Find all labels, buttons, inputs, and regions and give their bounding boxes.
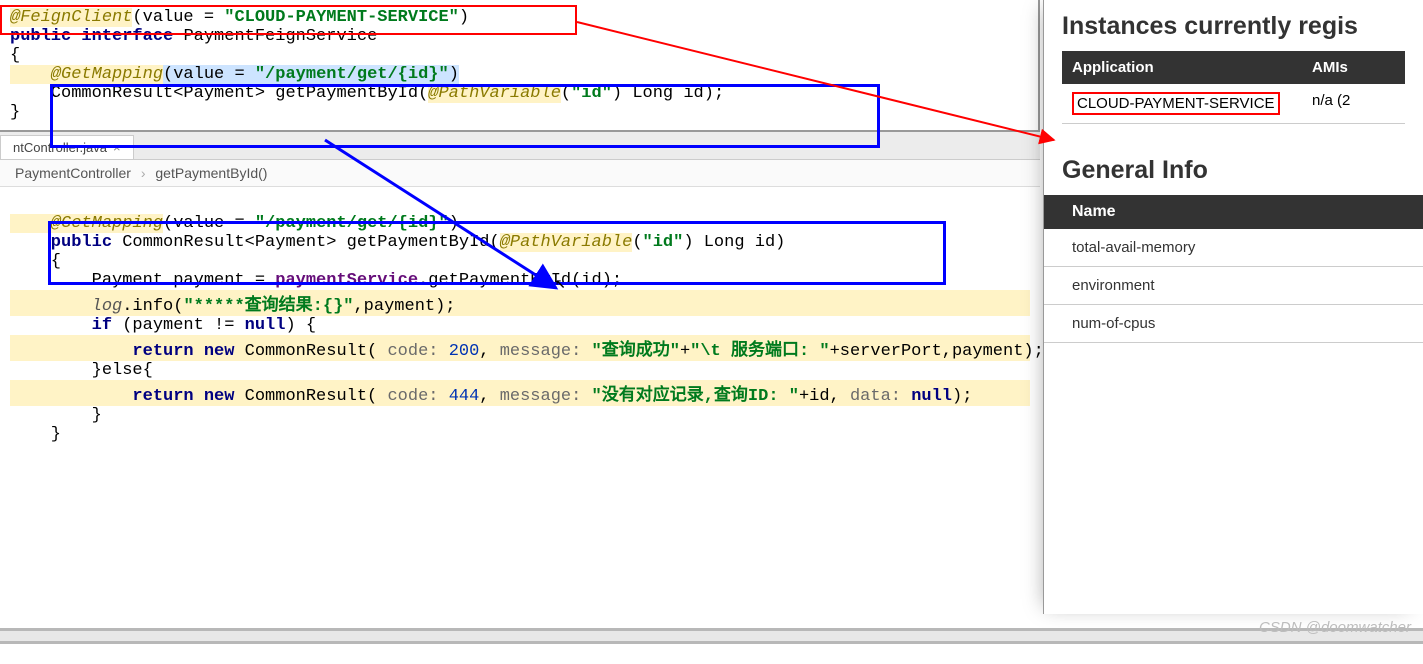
brace: } [10,425,61,444]
string-literal: "id" [643,233,684,252]
code-text: , [479,342,499,361]
eureka-panel: Instances currently regis Application AM… [1043,0,1423,614]
code-text: ,payment); [353,297,455,316]
string-literal: "id" [571,84,612,103]
brace: { [10,252,61,271]
code-text [10,297,92,316]
param-hint: message: [500,342,592,361]
code-text: (value = [132,8,224,27]
brace: { [10,46,20,65]
code-text: +serverPort,payment); [830,342,1044,361]
brace: } [10,103,20,122]
code-text: , [479,387,499,406]
keyword: return new [10,387,245,406]
annotation: @GetMapping [10,214,163,233]
breadcrumb-class[interactable]: PaymentController [15,165,131,181]
watermark: CSDN @doomwatcher [1259,619,1411,636]
string-literal: "\t 服务端口: " [690,342,829,361]
string-literal: "/payment/get/{id}" [255,214,449,233]
tab-label: ntController.java [13,140,107,155]
table-row: CLOUD-PAYMENT-SERVICE n/a (2 [1062,84,1405,124]
string-literal: "CLOUD-PAYMENT-SERVICE" [224,8,459,27]
annotation: @FeignClient [10,8,132,27]
code-text: }else{ [10,361,153,380]
code-text: ) [459,8,469,27]
col-application: Application [1062,51,1302,84]
field: log [92,297,123,316]
code-text: ( [632,233,642,252]
field: paymentService [275,271,418,290]
code-text: ) [449,214,459,233]
footer-strip [0,628,1423,644]
annotation: @PathVariable [428,84,561,103]
code-text: (value = [163,65,255,84]
string-literal: "*****查询结果:{}" [183,297,353,316]
service-name[interactable]: CLOUD-PAYMENT-SERVICE [1072,92,1280,115]
annotation: @GetMapping [10,65,163,84]
general-info-heading: General Info [1044,144,1423,191]
code-line [10,195,1030,214]
code-text: Payment payment = [10,271,275,290]
keyword: null [245,316,286,335]
keyword: return new [10,342,245,361]
param-hint: data: [850,387,911,406]
code-text: (payment != [122,316,244,335]
ami-value: n/a (2 [1302,84,1405,123]
editor-tab[interactable]: ntController.java × [0,135,134,159]
annotation: @PathVariable [500,233,633,252]
keyword: if [10,316,122,335]
code-text: +id, [799,387,850,406]
cursor-icon: ↖ [555,272,566,294]
keyword: public [10,233,122,252]
general-info-table: Name total-avail-memory environment num-… [1044,195,1423,343]
info-row: environment [1044,267,1423,305]
string-literal: "/payment/get/{id}" [255,65,449,84]
code-text: ( [561,84,571,103]
code-text: ) [449,65,459,84]
keyword: null [911,387,952,406]
param-hint: code: [387,342,448,361]
close-icon[interactable]: × [113,140,121,155]
instances-table: Application AMIs CLOUD-PAYMENT-SERVICE n… [1062,51,1405,124]
col-name: Name [1044,195,1423,229]
info-row: num-of-cpus [1044,305,1423,343]
code-text: .info( [122,297,183,316]
code-text: .getPaymentById(id); [418,271,622,290]
code-text: CommonResult( [245,387,388,406]
code-text: (value = [163,214,255,233]
code-text: CommonResult<Payment> getPaymentById( [10,84,428,103]
keyword: public interface [10,27,183,46]
number: 444 [449,387,480,406]
code-text: CommonResult<Payment> getPaymentById( [122,233,499,252]
code-text: ); [952,387,972,406]
breadcrumb: PaymentController › getPaymentById() [0,160,1040,187]
string-literal: "查询成功" [592,342,680,361]
instances-heading: Instances currently regis [1044,0,1423,47]
code-text: + [680,342,690,361]
param-hint: code: [387,387,448,406]
string-literal: "没有对应记录,查询ID: " [592,387,799,406]
code-editor-bottom[interactable]: @GetMapping(value = "/payment/get/{id}")… [0,187,1040,452]
code-text: ) { [285,316,316,335]
info-row: total-avail-memory [1044,229,1423,267]
brace: } [10,406,102,425]
number: 200 [449,342,480,361]
col-amis: AMIs [1302,51,1405,84]
param-hint: message: [500,387,592,406]
code-text: ) Long id) [683,233,785,252]
editor-tab-bar: ntController.java × [0,132,1040,160]
table-header: Application AMIs [1062,51,1405,84]
class-name: PaymentFeignService [183,27,377,46]
code-text: ) Long id); [612,84,724,103]
chevron-right-icon: › [141,165,146,181]
code-text: CommonResult( [245,342,388,361]
breadcrumb-method[interactable]: getPaymentById() [155,165,267,181]
code-editor-top[interactable]: @FeignClient(value = "CLOUD-PAYMENT-SERV… [0,0,1040,132]
